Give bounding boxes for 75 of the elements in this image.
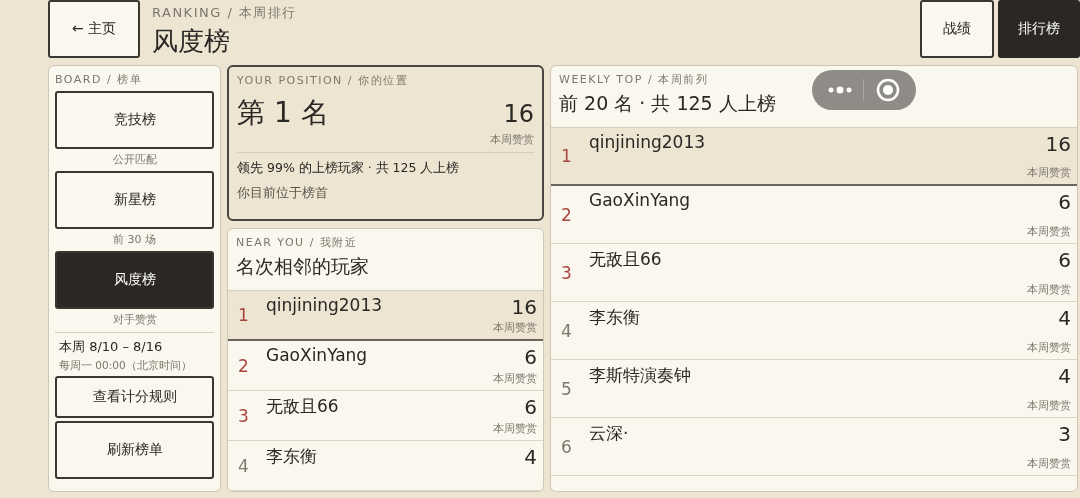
score-label: 本周赞赏 bbox=[490, 132, 534, 147]
player-row[interactable]: 5 李斯特演奏钟 4 本周赞赏 bbox=[551, 360, 1077, 418]
player-name: 无敌且66 bbox=[266, 395, 340, 418]
player-row[interactable]: 1 qinjining2013 16 本周赞赏 bbox=[228, 291, 543, 341]
player-name: GaoXinYang bbox=[589, 190, 692, 212]
player-row[interactable]: 3 无敌且66 6 本周赞赏 bbox=[228, 391, 543, 441]
score-label: 本周赞赏 bbox=[493, 371, 537, 386]
panel-eyebrow: YOUR POSITION / 你的位置 bbox=[237, 73, 410, 88]
player-row[interactable]: 2 GaoXinYang 6 本周赞赏 bbox=[228, 341, 543, 391]
score-value: 6 bbox=[1058, 190, 1071, 214]
score-label: 本周赞赏 bbox=[1027, 224, 1071, 239]
rank-number: 3 bbox=[561, 262, 573, 283]
panel-title: 前 20 名 · 共 125 人上榜 bbox=[559, 91, 777, 116]
score-label: 本周赞赏 bbox=[1027, 165, 1071, 180]
score-label: 本周赞赏 bbox=[493, 320, 537, 335]
back-button[interactable]: ← 主页 bbox=[48, 0, 140, 58]
rank-number: 1 bbox=[561, 146, 573, 166]
panel-title: 名次相邻的玩家 bbox=[236, 254, 370, 279]
board-button[interactable]: 风度榜 bbox=[55, 251, 214, 309]
player-name: 李东衡 bbox=[266, 445, 318, 468]
player-name: qinjining2013 bbox=[266, 295, 384, 317]
score-value: 4 bbox=[1058, 306, 1071, 330]
player-name: GaoXinYang bbox=[266, 345, 369, 367]
rank-number: 4 bbox=[561, 320, 573, 341]
rank-number: 1 bbox=[238, 305, 250, 325]
score-value: 4 bbox=[524, 445, 537, 469]
score-value: 3 bbox=[1058, 422, 1071, 446]
player-row[interactable]: 1 qinjining2013 16 本周赞赏 bbox=[551, 128, 1077, 186]
score-label: 本周赞赏 bbox=[1027, 456, 1071, 471]
panel-eyebrow: BOARD / 榜单 bbox=[55, 72, 144, 87]
player-name: 无敌且66 bbox=[589, 248, 663, 271]
board-caption: 对手赞赏 bbox=[111, 312, 158, 327]
panel-eyebrow: NEAR YOU / 我附近 bbox=[236, 235, 359, 250]
score-value: 6 bbox=[1058, 248, 1071, 272]
score-value: 16 bbox=[503, 100, 534, 128]
player-name: 云深· bbox=[589, 422, 630, 445]
note-text: 你目前位于榜首 bbox=[237, 185, 329, 202]
rank-text: 第 1 名 bbox=[237, 95, 329, 131]
reset-time: 每周一 00:00（北京时间） bbox=[58, 359, 193, 373]
player-name: 李斯特演奏钟 bbox=[589, 364, 692, 387]
player-row[interactable]: 4 李东衡 4 bbox=[228, 441, 543, 491]
score-value: 6 bbox=[524, 395, 537, 419]
summary-text: 领先 99% 的上榜玩家 · 共 125 人上榜 bbox=[237, 160, 461, 177]
player-row[interactable]: 2 GaoXinYang 6 本周赞赏 bbox=[551, 186, 1077, 244]
board-caption: 公开匹配 bbox=[111, 152, 158, 167]
score-label: 本周赞赏 bbox=[493, 421, 537, 436]
score-value: 16 bbox=[1045, 132, 1071, 156]
player-name: 李东衡 bbox=[589, 306, 641, 329]
score-value: 16 bbox=[511, 295, 537, 319]
action-button[interactable]: 刷新榜单 bbox=[55, 421, 214, 479]
section-eyebrow: RANKING / 本周排行 bbox=[152, 4, 297, 22]
rank-number: 2 bbox=[561, 204, 573, 225]
score-label: 本周赞赏 bbox=[1027, 282, 1071, 297]
rank-number: 5 bbox=[561, 378, 573, 399]
score-label: 本周赞赏 bbox=[1027, 398, 1071, 413]
tab[interactable]: 排行榜 bbox=[998, 0, 1080, 58]
player-row[interactable]: 4 李东衡 4 本周赞赏 bbox=[551, 302, 1077, 360]
score-label: 本周赞赏 bbox=[1027, 340, 1071, 355]
week-range: 本周 8/10 – 8/16 bbox=[58, 338, 164, 356]
score-value: 6 bbox=[524, 345, 537, 369]
board-button[interactable]: 竞技榜 bbox=[55, 91, 214, 149]
rank-number: 3 bbox=[238, 405, 250, 426]
panel-eyebrow: WEEKLY TOP / 本周前列 bbox=[559, 72, 710, 87]
player-row[interactable]: 6 云深· 3 本周赞赏 bbox=[551, 418, 1077, 476]
rank-number: 2 bbox=[238, 355, 250, 376]
rank-number: 4 bbox=[238, 455, 250, 476]
page-title: 风度榜 bbox=[152, 25, 231, 58]
board-caption: 前 30 场 bbox=[112, 232, 157, 247]
action-button[interactable]: 查看计分规则 bbox=[55, 376, 214, 418]
score-value: 4 bbox=[1058, 364, 1071, 388]
player-row[interactable]: 3 无敌且66 6 本周赞赏 bbox=[551, 244, 1077, 302]
player-name: qinjining2013 bbox=[589, 132, 707, 154]
tab[interactable]: 战绩 bbox=[920, 0, 994, 58]
board-button[interactable]: 新星榜 bbox=[55, 171, 214, 229]
rank-number: 6 bbox=[561, 436, 573, 457]
